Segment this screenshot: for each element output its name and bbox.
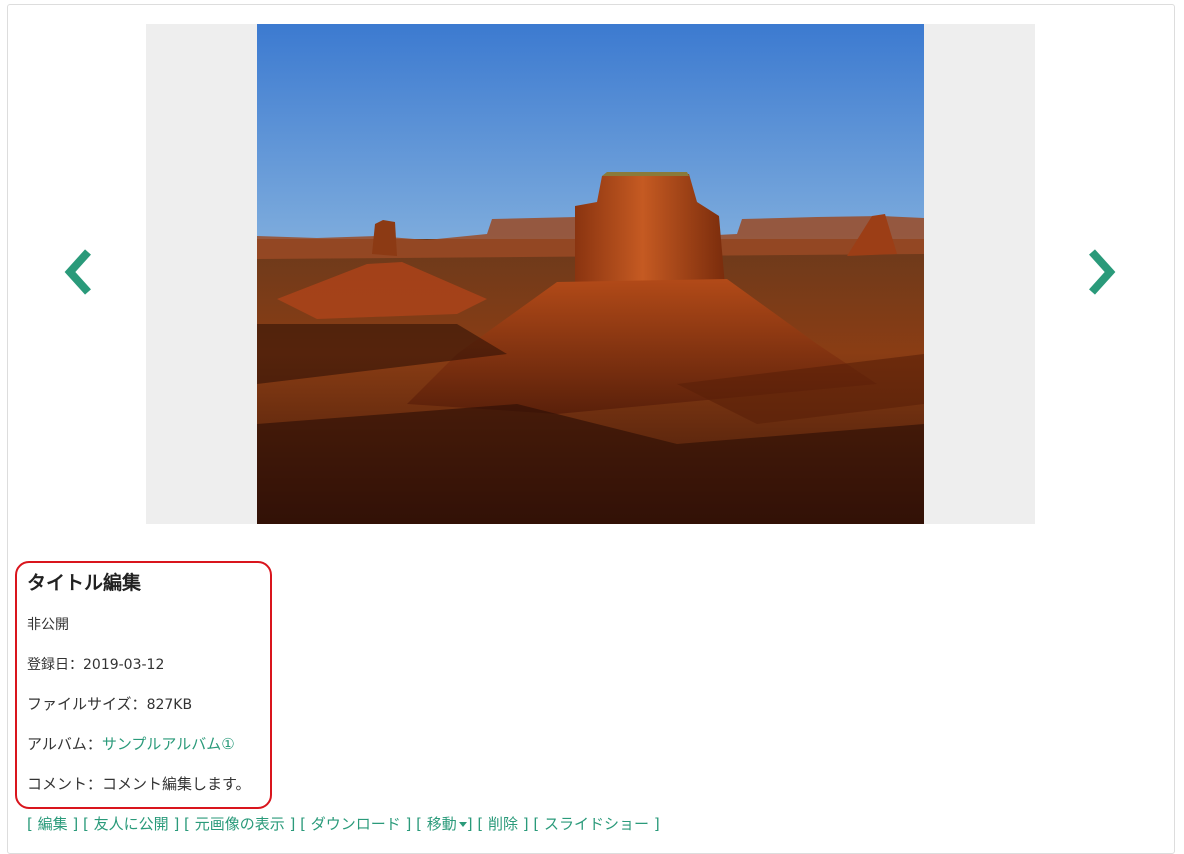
- size-label: ファイルサイズ：: [27, 695, 147, 713]
- caret-down-icon: [458, 822, 467, 827]
- album-link[interactable]: サンプルアルバム①: [102, 735, 235, 753]
- view-original-link[interactable]: 元画像の表示: [195, 815, 285, 833]
- delete-link[interactable]: 削除: [488, 815, 518, 833]
- previous-photo-button[interactable]: [58, 246, 98, 298]
- comment-value: コメント編集します。: [102, 775, 251, 793]
- album-info: アルバム：サンプルアルバム①: [27, 733, 235, 754]
- comment-label: コメント：: [27, 775, 103, 793]
- photo-title: タイトル編集: [27, 572, 142, 594]
- date-value: 2019-03-12: [83, 657, 165, 673]
- download-link[interactable]: ダウンロード: [311, 815, 401, 833]
- slideshow-link[interactable]: スライドショー: [544, 815, 649, 833]
- visibility-status: 非公開: [27, 617, 69, 633]
- file-size: ファイルサイズ：827KB: [27, 693, 192, 714]
- comment-info: コメント：コメント編集します。: [27, 773, 251, 794]
- chevron-left-icon: [64, 249, 91, 295]
- photo-image[interactable]: [257, 24, 924, 524]
- registration-date: 登録日：2019-03-12: [27, 654, 164, 674]
- share-with-friends-link[interactable]: 友人に公開: [94, 815, 169, 833]
- chevron-right-icon: [1089, 249, 1116, 295]
- move-label: 移動: [426, 815, 457, 833]
- edit-link[interactable]: 編集: [38, 815, 68, 833]
- size-value: 827KB: [146, 697, 193, 713]
- highlight-frame: [15, 561, 272, 809]
- album-label: アルバム：: [27, 735, 102, 753]
- photo-action-links: [ 編集 ] [ 友人に公開 ] [ 元画像の表示 ] [ ダウンロード ] […: [27, 815, 660, 833]
- date-label: 登録日：: [27, 657, 83, 673]
- next-photo-button[interactable]: [1082, 246, 1122, 298]
- move-dropdown[interactable]: 移動: [427, 815, 467, 833]
